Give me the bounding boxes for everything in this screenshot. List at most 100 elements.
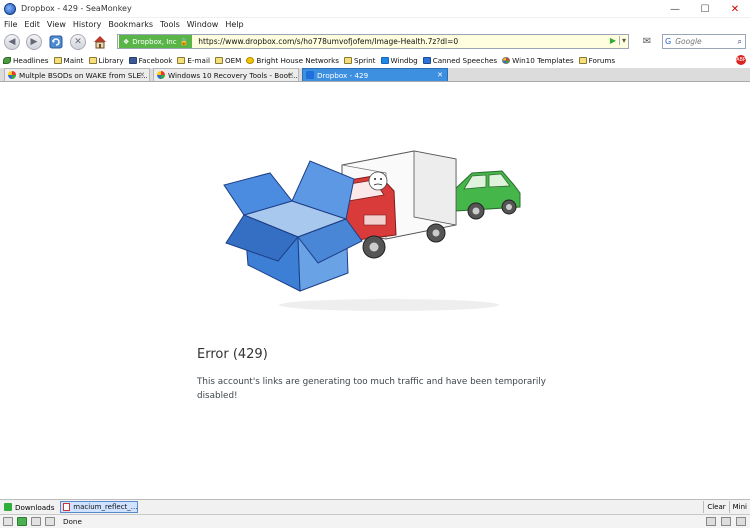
bookmark-win10-templates[interactable]: Win10 Templates [502, 56, 574, 65]
mail-status-icon[interactable] [17, 517, 27, 526]
status-indicators [706, 517, 746, 526]
bookmark-label: Library [98, 55, 124, 65]
site-identity-label: Dropbox, Inc [132, 37, 177, 46]
folder-icon [88, 56, 97, 64]
bookmark-email[interactable]: E-mail [177, 56, 210, 65]
forum-favicon-icon [157, 71, 165, 79]
tab-label: Dropbox - 429 [317, 70, 369, 80]
reload-icon [49, 35, 63, 48]
file-icon [63, 503, 71, 511]
downloads-button[interactable]: Downloads [0, 503, 54, 512]
bookmark-label: Sprint [354, 55, 376, 65]
dropdown-chevron-icon[interactable]: ▾ [618, 36, 626, 45]
mail-button[interactable]: ✉ [638, 34, 656, 49]
reload-button[interactable] [46, 33, 66, 51]
tab-recovery-tools[interactable]: Windows 10 Recovery Tools - Boot... ✕ [153, 68, 299, 81]
bookmark-oem[interactable]: OEM [214, 55, 242, 65]
menu-help[interactable]: Help [225, 20, 243, 29]
bookmark-label: Forums [588, 55, 616, 65]
mini-downloads-button[interactable]: Mini [728, 501, 750, 513]
menu-bar: File Edit View History Bookmarks Tools W… [0, 18, 750, 30]
url-actions: ▶ ▾ [610, 36, 626, 45]
tab-close-icon[interactable]: ✕ [436, 71, 444, 79]
bookmark-library[interactable]: Library [88, 55, 124, 65]
back-button[interactable]: ◀ [2, 33, 22, 51]
forward-button[interactable]: ▶ [24, 33, 44, 51]
menu-history[interactable]: History [73, 20, 101, 29]
component-bar-icon[interactable] [3, 517, 13, 526]
mail-icon: ✉ [642, 36, 652, 47]
search-placeholder: Google [675, 37, 702, 46]
green-car-illustration [453, 170, 521, 220]
go-icon[interactable]: ▶ [610, 36, 616, 45]
error-message: This account's links are generating too … [197, 377, 546, 401]
popup-status-icon[interactable] [736, 517, 746, 526]
tab-close-icon[interactable]: ✕ [287, 71, 295, 79]
menu-file[interactable]: File [4, 20, 17, 29]
bookmark-label: OEM [224, 55, 242, 65]
blue-icon [422, 56, 431, 64]
seamonkey-icon [4, 2, 16, 15]
bookmark-headlines[interactable]: Headlines [3, 56, 49, 65]
home-button[interactable] [90, 33, 110, 51]
bookmark-label: Maint [63, 55, 84, 65]
downloads-label: Downloads [15, 502, 55, 512]
bookmark-label: Facebook [138, 55, 173, 65]
bookmark-facebook[interactable]: Facebook [128, 55, 173, 65]
bookmark-maint[interactable]: Maint [53, 55, 84, 65]
menu-edit[interactable]: Edit [24, 20, 40, 29]
forum-favicon-icon [8, 71, 16, 79]
bookmark-canned-speeches[interactable]: Canned Speeches [422, 56, 497, 65]
tab-close-icon[interactable]: ✕ [138, 71, 146, 79]
bookmark-windbg[interactable]: Windbg [380, 55, 418, 65]
folder-icon [177, 56, 186, 64]
tab-bar: Multple BSODs on WAKE from SLE... ✕ Wind… [0, 68, 750, 82]
bookmark-forums[interactable]: Forums [578, 55, 616, 65]
lock-icon: 🔒 [179, 37, 189, 46]
site-identity-badge[interactable]: ❖ Dropbox, Inc 🔒 [119, 35, 193, 48]
folder-icon [344, 56, 353, 64]
menu-tools[interactable]: Tools [160, 20, 180, 29]
window-controls: — ☐ ✕ [660, 0, 750, 18]
menu-bookmarks[interactable]: Bookmarks [108, 20, 153, 29]
clear-downloads-button[interactable]: Clear [703, 501, 728, 513]
forward-arrow-icon: ▶ [26, 33, 42, 50]
search-box[interactable]: G Google ⌕ [662, 34, 746, 49]
composer-icon[interactable] [31, 517, 41, 526]
minimize-button[interactable]: — [660, 0, 690, 18]
url-text[interactable]: https://www.dropbox.com/s/ho778umvofjofe… [198, 37, 458, 46]
navigation-toolbar: ◀ ▶ ✕ ❖ Dropbox, Inc 🔒 https://www.dropb… [0, 31, 750, 52]
close-button[interactable]: ✕ [720, 0, 750, 18]
dropbox-icon: ❖ [123, 37, 130, 46]
addon-badge-icon[interactable]: ABP [736, 55, 746, 65]
status-text: Done [63, 517, 82, 526]
tab-bsods[interactable]: Multple BSODs on WAKE from SLE... ✕ [4, 68, 150, 81]
traffic-jam-illustration [223, 150, 521, 311]
online-status-icon[interactable] [706, 517, 716, 526]
menu-view[interactable]: View [47, 20, 66, 29]
maximize-button[interactable]: ☐ [690, 0, 720, 18]
leaf-icon [3, 56, 11, 64]
back-arrow-icon: ◀ [4, 33, 20, 50]
dropbox-favicon-icon [306, 71, 314, 79]
window-title: Dropbox - 429 - SeaMonkey [21, 4, 132, 13]
tab-label: Multple BSODs on WAKE from SLE... [19, 70, 148, 80]
url-bar[interactable]: ❖ Dropbox, Inc 🔒 https://www.dropbox.com… [117, 34, 629, 49]
bookmark-sprint[interactable]: Sprint [344, 55, 376, 65]
menu-window[interactable]: Window [187, 20, 219, 29]
bookmark-label: Windbg [390, 55, 418, 65]
error-title: Error (429) [197, 347, 268, 362]
facebook-icon [128, 56, 137, 64]
download-item[interactable]: macium_reflect_... [60, 501, 139, 513]
search-icon[interactable]: ⌕ [738, 37, 742, 47]
bookmark-bright-house[interactable]: Bright House Networks [246, 56, 339, 65]
bookmark-label: Headlines [13, 55, 49, 65]
bookmarks-bar: Headlines Maint Library Facebook E-mail … [0, 53, 750, 67]
download-item-label: macium_reflect_... [73, 503, 138, 511]
address-book-icon[interactable] [45, 517, 55, 526]
tab-dropbox[interactable]: Dropbox - 429 ✕ [302, 68, 448, 81]
downloads-bar: Downloads macium_reflect_... Clear Mini [0, 499, 750, 514]
folder-icon [578, 56, 587, 64]
status-bar: Done [0, 514, 750, 528]
stop-button[interactable]: ✕ [68, 33, 88, 51]
